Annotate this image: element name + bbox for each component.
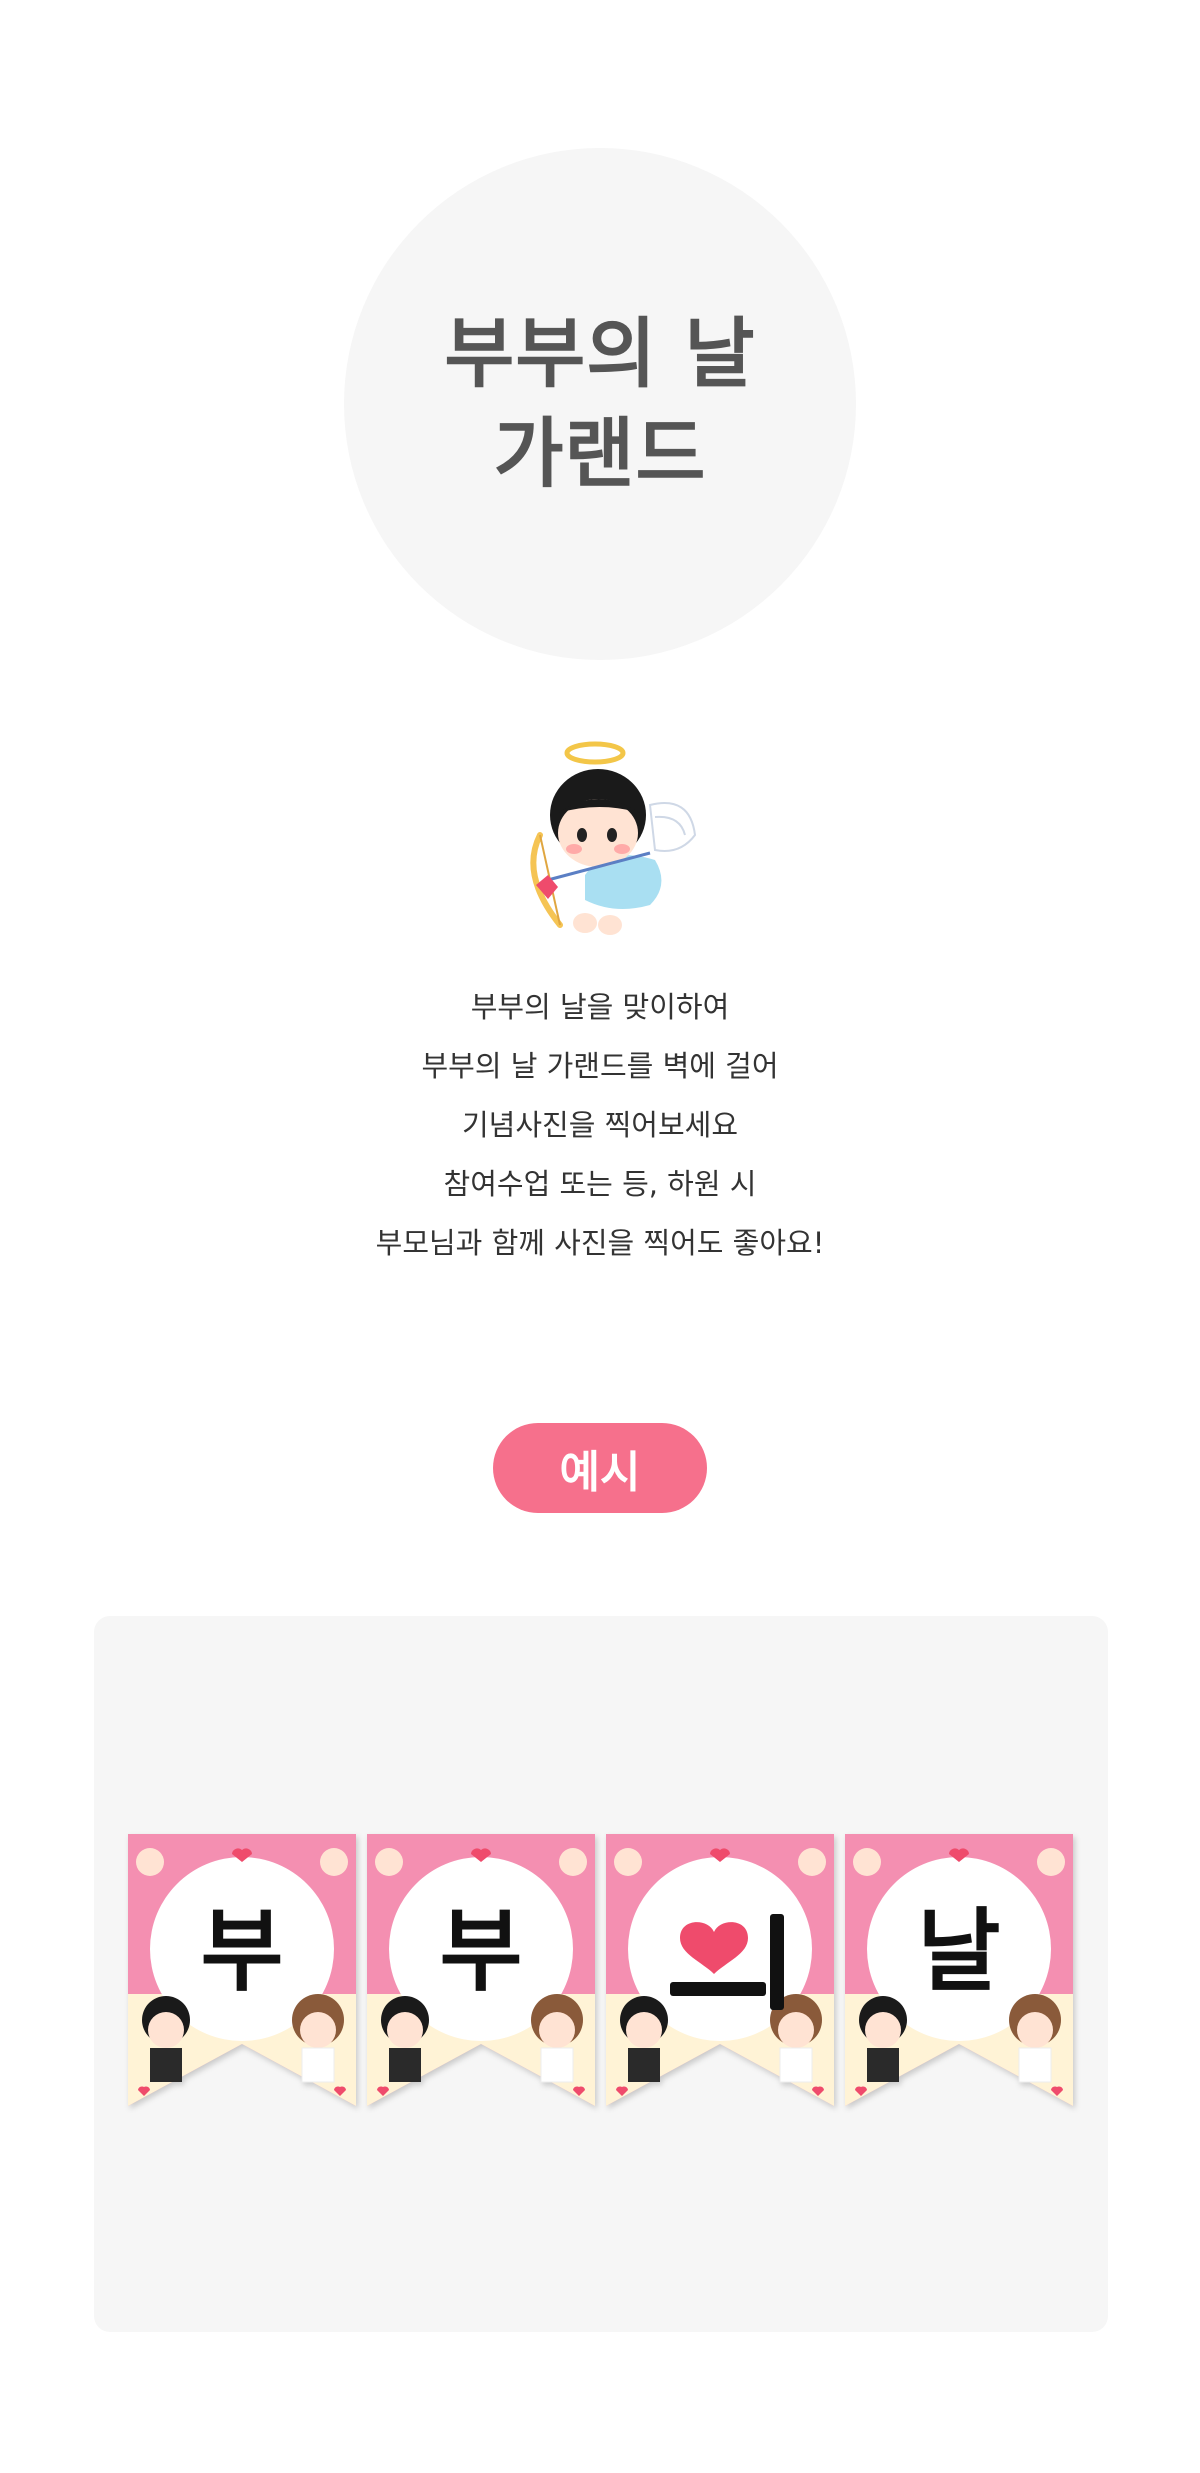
description-line: 기념사진을 찍어보세요	[461, 1108, 739, 1142]
description: 부부의 날을 맞이하여 부부의 날 가랜드를 벽에 걸어 기념사진을 찍어보세요…	[200, 978, 1000, 1273]
title-circle: 부부의 날 가랜드	[344, 148, 856, 660]
garland-flag	[606, 1834, 834, 2114]
description-line: 참여수업 또는 등, 하원 시	[443, 1167, 757, 1201]
description-line: 부모님과 함께 사진을 찍어도 좋아요!	[375, 1226, 825, 1260]
cupid-illustration	[500, 735, 700, 945]
garland: 부 부 날	[128, 1834, 1074, 2114]
title-line-1: 부부의 날	[444, 309, 756, 398]
garland-letter	[606, 1892, 834, 2012]
garland-letter: 부	[200, 1899, 284, 2004]
description-line: 부부의 날 가랜드를 벽에 걸어	[421, 1049, 779, 1083]
example-pill: 예시	[493, 1423, 707, 1513]
garland-letter: 날	[917, 1899, 1001, 2004]
title-line-2: 가랜드	[493, 409, 707, 498]
garland-flag: 부	[367, 1834, 595, 2114]
garland-flag: 날	[845, 1834, 1073, 2114]
garland-flag: 부	[128, 1834, 356, 2114]
garland-letter: 부	[439, 1899, 523, 2004]
description-line: 부부의 날을 맞이하여	[470, 990, 730, 1024]
